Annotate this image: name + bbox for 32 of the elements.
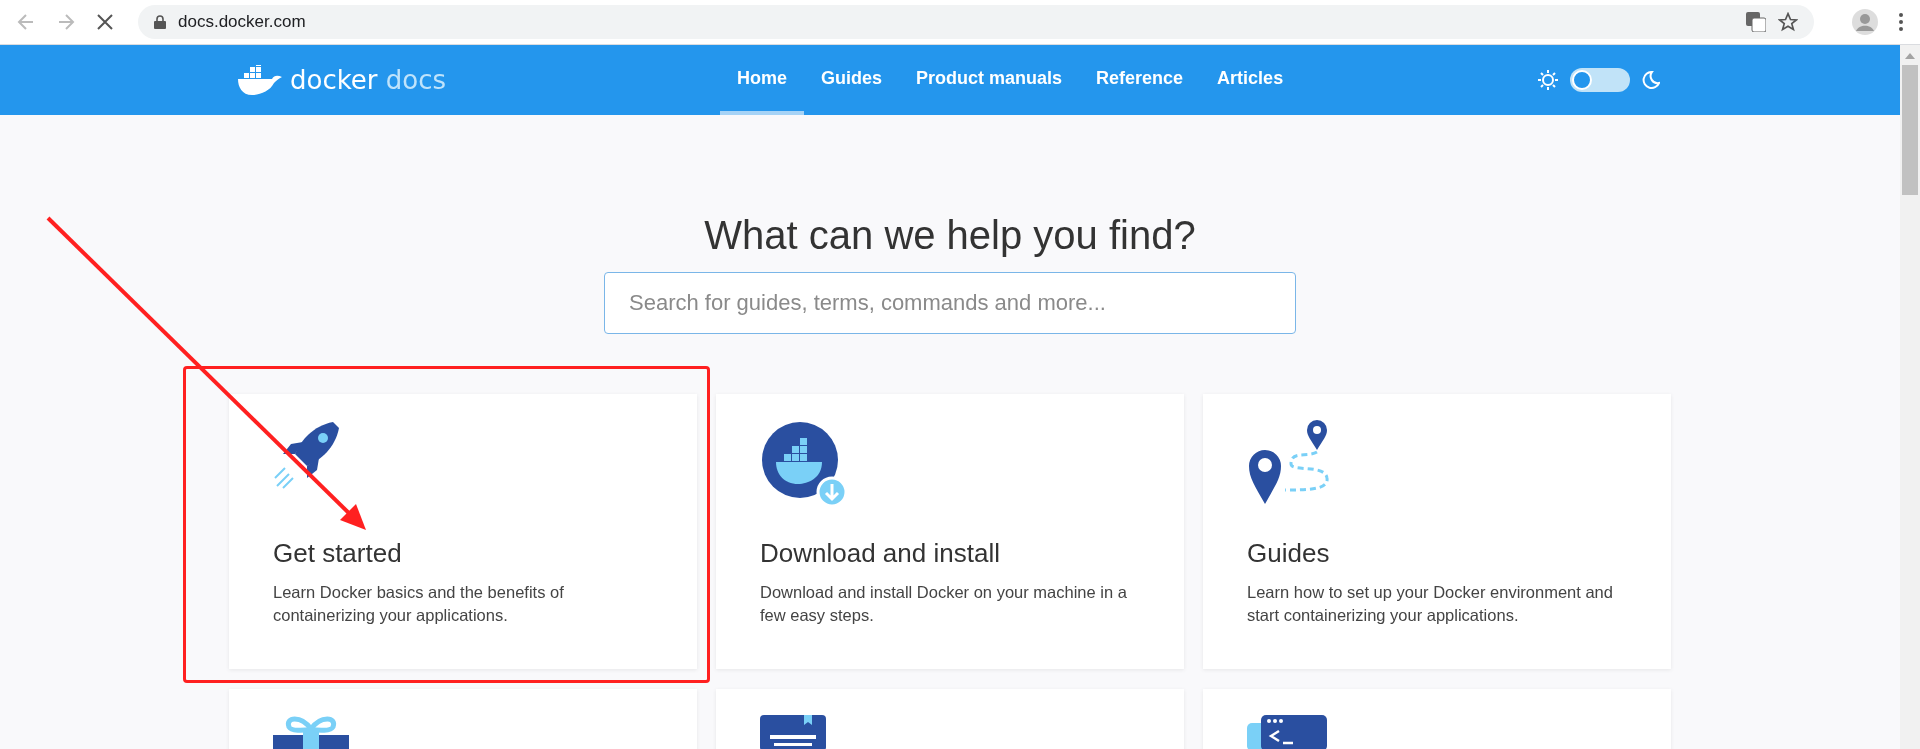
card-title: Guides (1247, 537, 1331, 570)
close-icon[interactable] (96, 13, 114, 31)
search-field[interactable]: Search for guides, terms, commands and more... (604, 272, 1296, 334)
card-title: Download and install (760, 537, 1001, 570)
scrollbar-thumb[interactable] (1902, 65, 1918, 195)
hero-title: What can we help you find? (704, 212, 1196, 259)
moon-icon (1642, 71, 1660, 89)
star-icon[interactable] (1778, 12, 1798, 32)
terminal-icon (1247, 715, 1327, 749)
card[interactable]: Guides Learn how to set up your Docker environment and start containerizing your applications. (1203, 394, 1671, 669)
whale-logo-icon (238, 65, 282, 95)
nav-tab[interactable]: Articles (1200, 45, 1301, 115)
sun-icon (1538, 70, 1558, 90)
nav-tab[interactable]: Product manuals (899, 45, 1080, 115)
scrollbar[interactable] (1900, 45, 1920, 749)
card[interactable]: Download and install Download and install Docker on your machine in a few easy steps. (716, 394, 1184, 669)
nav-tab[interactable]: Guides (804, 45, 900, 115)
dark-mode-toggle[interactable] (1570, 68, 1630, 92)
card-description: Learn how to set up your Docker environment and start containerizing your applications. (1247, 582, 1614, 626)
card[interactable]: Get started Learn Docker basics and the benefits of containerizing your applications. (229, 394, 697, 669)
url-text: docs.docker.com (178, 11, 307, 34)
avatar-icon[interactable] (1852, 9, 1878, 35)
card-description: Learn Docker basics and the benefits of containerizing your applications. (273, 582, 565, 626)
lock-icon (154, 15, 166, 29)
nav-tab[interactable]: Reference (1079, 45, 1201, 115)
translate-icon[interactable] (1746, 12, 1766, 32)
card-description: Download and install Docker on your machine in a few easy steps. (760, 582, 1128, 626)
menu-icon[interactable] (1898, 12, 1904, 32)
card-title: Get started (273, 537, 403, 570)
address-bar[interactable]: docs.docker.com (138, 5, 1814, 39)
document-icon (760, 715, 826, 749)
logo-text[interactable]: docker docs (290, 60, 447, 100)
